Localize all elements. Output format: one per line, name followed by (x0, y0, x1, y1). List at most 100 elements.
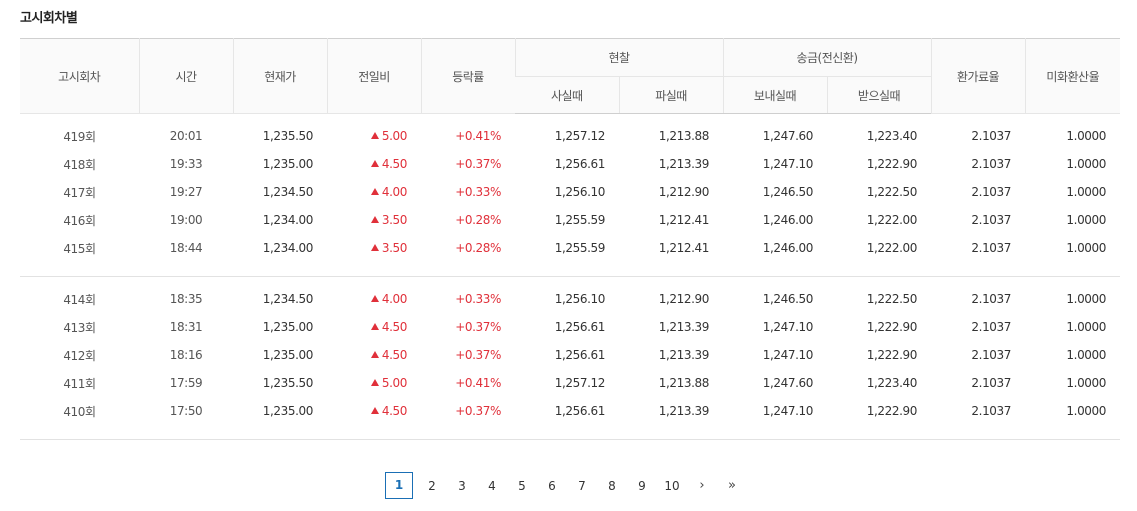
page-link-10[interactable]: 10 (657, 479, 687, 493)
current-price-cell: 1,235.50 (262, 129, 314, 143)
cash-buy-cell: 1,256.10 (554, 185, 606, 199)
change-value: 4.50 (381, 404, 408, 418)
header-cash-sell: 파실때 (618, 76, 723, 114)
change-cell: 4.50 (327, 313, 421, 341)
change-value: 3.50 (381, 213, 408, 227)
current-price-cell: 1,235.00 (262, 157, 314, 171)
round-cell: 412회 (63, 348, 96, 363)
table-row: 410회 17:50 1,235.00 4.50 +0.37% 1,256.61 1,213… (20, 397, 1120, 425)
page-link-6[interactable]: 6 (537, 479, 567, 493)
usd-conversion-rate-cell: 1.0000 (1066, 185, 1107, 199)
remit-send-cell: 1,246.00 (762, 213, 814, 227)
current-price-cell: 1,235.50 (262, 376, 314, 390)
fx-fee-rate-cell: 2.1037 (971, 157, 1012, 171)
page-link-9[interactable]: 9 (627, 479, 657, 493)
fx-fee-rate-cell: 2.1037 (971, 213, 1012, 227)
table-row: 415회 18:44 1,234.00 3.50 +0.28% 1,255.59 1,212… (20, 234, 1120, 262)
round-cell: 418회 (63, 157, 96, 172)
remit-receive-cell: 1,222.90 (866, 404, 918, 418)
usd-conversion-rate-cell: 1.0000 (1066, 213, 1107, 227)
change-cell: 4.50 (327, 150, 421, 178)
change-cell: 4.50 (327, 397, 421, 425)
page-link-7[interactable]: 7 (567, 479, 597, 493)
remit-send-cell: 1,247.60 (762, 129, 814, 143)
page-link-3[interactable]: 3 (447, 479, 477, 493)
remit-receive-cell: 1,222.50 (866, 292, 918, 306)
fx-fee-rate-cell: 2.1037 (971, 241, 1012, 255)
cash-buy-cell: 1,257.12 (554, 376, 606, 390)
page-link-4[interactable]: 4 (477, 479, 507, 493)
remit-send-cell: 1,246.00 (762, 241, 814, 255)
usd-conversion-rate-cell: 1.0000 (1066, 292, 1107, 306)
fx-fee-rate-cell: 2.1037 (971, 348, 1012, 362)
change-cell: 4.00 (327, 178, 421, 206)
header-current-price: 현재가 (232, 38, 327, 114)
change-rate-cell: +0.37% (455, 404, 501, 418)
page-link-1[interactable]: 1 (385, 472, 413, 499)
fx-fee-rate-cell: 2.1037 (971, 376, 1012, 390)
table-header: 고시회차 시간 현재가 전일비 등락률 현찰 송금(전신환) 환가료율 미화환산… (20, 38, 1121, 114)
header-fx-fee-rate: 환가료율 (930, 38, 1026, 114)
cash-sell-cell: 1,213.39 (658, 348, 710, 362)
next-page-icon[interactable]: › (687, 478, 717, 493)
header-remittance: 송금(전신환) (722, 38, 932, 77)
round-cell: 417회 (63, 185, 96, 200)
change-value: 5.00 (381, 129, 408, 143)
time-cell: 17:59 (169, 376, 203, 390)
remit-receive-cell: 1,222.90 (866, 157, 918, 171)
current-price-cell: 1,235.00 (262, 404, 314, 418)
page-title: 고시회차별 (20, 11, 78, 26)
change-value: 4.00 (381, 292, 408, 306)
round-cell: 416회 (63, 213, 96, 228)
table-row: 417회 19:27 1,234.50 4.00 +0.33% 1,256.10 1,212… (20, 178, 1120, 206)
header-cash-buy: 사실때 (515, 76, 619, 114)
table-row: 411회 17:59 1,235.50 5.00 +0.41% 1,257.12 1,213… (20, 369, 1120, 397)
time-cell: 18:44 (169, 241, 203, 255)
time-cell: 17:50 (169, 404, 203, 418)
time-cell: 18:16 (169, 348, 203, 362)
up-triangle-icon (370, 188, 379, 195)
change-value: 5.00 (381, 376, 408, 390)
time-cell: 19:27 (169, 185, 203, 199)
cash-buy-cell: 1,257.12 (554, 129, 606, 143)
change-rate-cell: +0.33% (455, 292, 501, 306)
remit-send-cell: 1,246.50 (762, 185, 814, 199)
remit-receive-cell: 1,222.00 (866, 241, 918, 255)
table-row: 418회 19:33 1,235.00 4.50 +0.37% 1,256.61 1,213… (20, 150, 1120, 178)
remit-receive-cell: 1,222.00 (866, 213, 918, 227)
change-cell: 4.50 (327, 341, 421, 369)
up-triangle-icon (370, 216, 379, 223)
cash-buy-cell: 1,255.59 (554, 213, 606, 227)
round-cell: 411회 (63, 376, 96, 391)
usd-conversion-rate-cell: 1.0000 (1066, 320, 1107, 334)
change-value: 4.00 (381, 185, 408, 199)
change-cell: 3.50 (327, 206, 421, 234)
page-link-2[interactable]: 2 (417, 479, 447, 493)
remit-send-cell: 1,247.10 (762, 404, 814, 418)
table-row: 414회 18:35 1,234.50 4.00 +0.33% 1,256.10 1,212… (20, 285, 1120, 313)
round-cell: 419회 (63, 129, 96, 144)
cash-buy-cell: 1,255.59 (554, 241, 606, 255)
cash-sell-cell: 1,212.41 (658, 213, 710, 227)
table-row: 412회 18:16 1,235.00 4.50 +0.37% 1,256.61 1,213… (20, 341, 1120, 369)
change-cell: 4.00 (327, 285, 421, 313)
page-link-8[interactable]: 8 (597, 479, 627, 493)
round-cell: 413회 (63, 320, 96, 335)
change-value: 4.50 (381, 320, 408, 334)
usd-conversion-rate-cell: 1.0000 (1066, 348, 1107, 362)
remit-receive-cell: 1,223.40 (866, 129, 918, 143)
change-rate-cell: +0.37% (455, 320, 501, 334)
page-link-5[interactable]: 5 (507, 479, 537, 493)
up-triangle-icon (370, 244, 379, 251)
cash-sell-cell: 1,213.88 (658, 129, 710, 143)
change-rate-cell: +0.28% (455, 241, 501, 255)
remit-receive-cell: 1,222.90 (866, 348, 918, 362)
remit-send-cell: 1,247.10 (762, 320, 814, 334)
change-rate-cell: +0.41% (455, 129, 501, 143)
header-usd-conversion-rate: 미화환산율 (1024, 38, 1121, 114)
change-rate-cell: +0.41% (455, 376, 501, 390)
last-page-icon[interactable]: » (717, 478, 747, 493)
round-cell: 414회 (63, 292, 96, 307)
cash-sell-cell: 1,213.88 (658, 376, 710, 390)
change-rate-cell: +0.37% (455, 157, 501, 171)
